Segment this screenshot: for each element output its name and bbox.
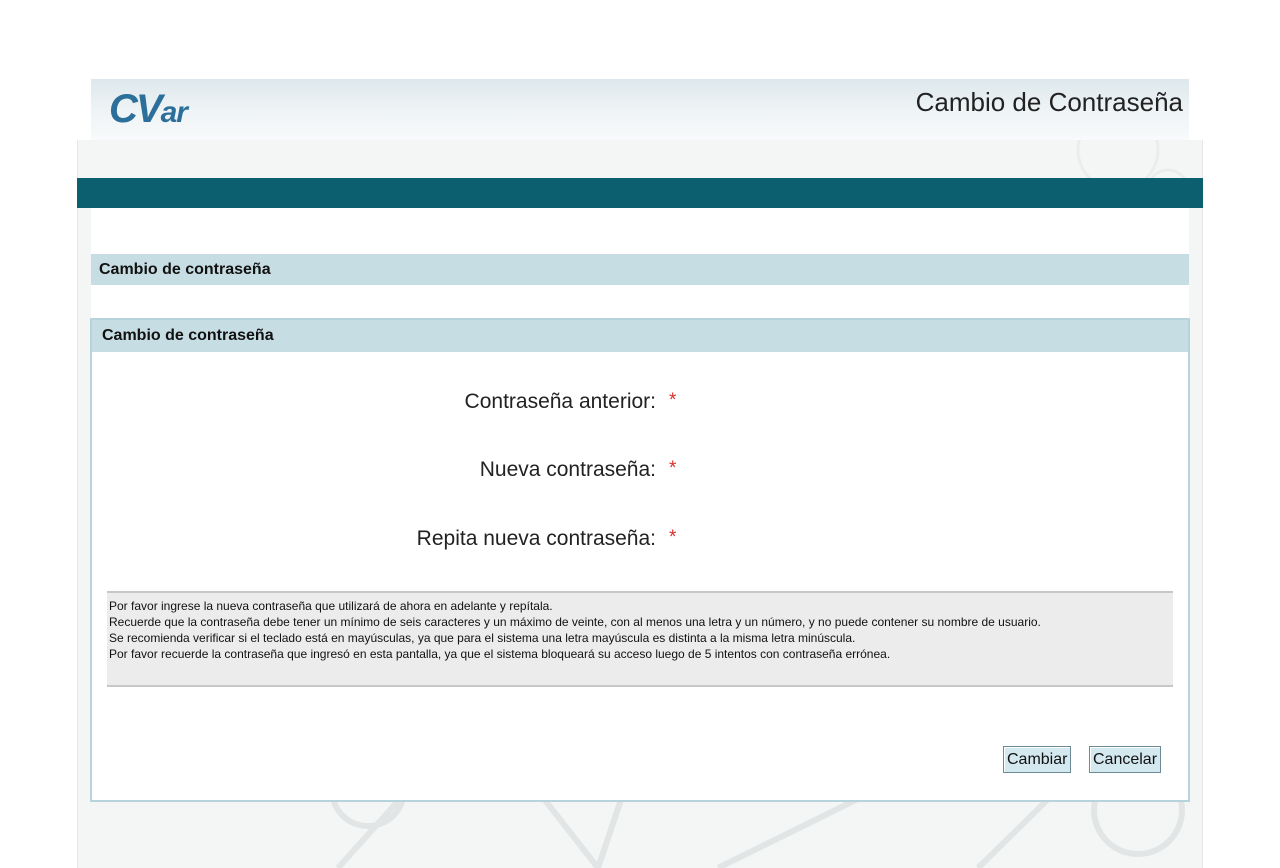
old-password-label: Contraseña anterior: bbox=[464, 390, 656, 413]
cvar-logo: CVar bbox=[109, 87, 188, 131]
page-title: Cambio de Contraseña bbox=[915, 87, 1183, 117]
password-instructions: Por favor ingrese la nueva contraseña qu… bbox=[107, 591, 1173, 687]
header-accent-band bbox=[77, 178, 1203, 208]
instruction-line: Por favor recuerde la contraseña que ing… bbox=[109, 647, 891, 661]
instruction-line: Recuerde que la contraseña debe tener un… bbox=[109, 615, 1041, 629]
app-header: CVar Cambio de Contraseña bbox=[91, 79, 1189, 140]
cancel-button[interactable]: Cancelar bbox=[1089, 746, 1162, 773]
section-title-bar: Cambio de contraseña bbox=[91, 254, 1189, 285]
field-row-repeat-password: Repita nueva contraseña: * bbox=[92, 527, 1188, 557]
new-password-required-mark: * bbox=[669, 458, 677, 479]
logo-sub-text: ar bbox=[160, 96, 188, 129]
field-row-new-password: Nueva contraseña: * bbox=[92, 458, 1188, 488]
instruction-line: Se recomienda verificar si el teclado es… bbox=[109, 631, 856, 645]
repeat-password-required-mark: * bbox=[669, 527, 677, 548]
change-button[interactable]: Cambiar bbox=[1003, 746, 1072, 773]
repeat-password-label: Repita nueva contraseña: bbox=[416, 527, 656, 550]
instruction-line: Por favor ingrese la nueva contraseña qu… bbox=[109, 599, 553, 613]
new-password-label: Nueva contraseña: bbox=[479, 458, 656, 481]
old-password-required-mark: * bbox=[669, 390, 677, 411]
form-title: Cambio de contraseña bbox=[92, 320, 1188, 352]
field-row-old-password: Contraseña anterior: * bbox=[92, 390, 1188, 420]
logo-main-text: CV bbox=[109, 87, 163, 131]
change-password-form: Cambio de contraseña Contraseña anterior… bbox=[90, 318, 1190, 802]
